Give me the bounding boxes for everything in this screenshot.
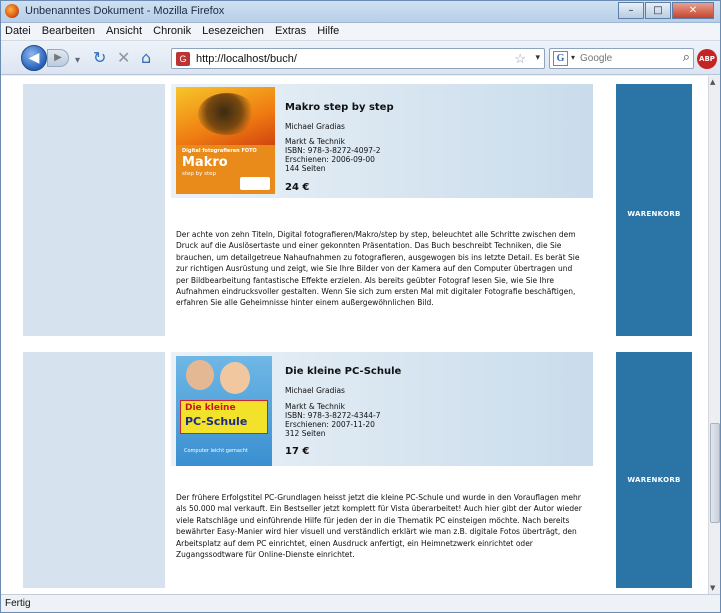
menu-ansicht[interactable]: Ansicht [102, 23, 146, 37]
book-header: Digital fotografieren FOTO Makro step by… [171, 84, 593, 198]
menu-chronik[interactable]: Chronik [149, 23, 195, 37]
scroll-up-icon[interactable]: ▲ [710, 78, 715, 86]
book-published: Erschienen: 2006-09-00 [285, 155, 375, 164]
menu-bar: Datei Bearbeiten Ansicht Chronik Lesezei… [1, 23, 720, 41]
person-photo [186, 360, 214, 390]
firefox-logo-icon [5, 4, 19, 18]
search-engine-icon[interactable]: G [553, 51, 568, 66]
minimize-button[interactable]: – [618, 2, 644, 19]
publisher-logo [240, 177, 270, 190]
menu-hilfe[interactable]: Hilfe [313, 23, 343, 37]
book-isbn: ISBN: 978-3-8272-4097-2 [285, 146, 381, 155]
menu-extras[interactable]: Extras [271, 23, 310, 37]
cover-series: Digital fotografieren FOTO [182, 148, 257, 154]
cart-panel[interactable]: WARENKORB [616, 352, 692, 588]
cover-line1: Die kleine [185, 403, 236, 413]
scrollbar-thumb[interactable] [710, 423, 720, 523]
close-button[interactable]: ✕ [672, 2, 714, 19]
cover-title-box: Die kleine PC-Schule [180, 400, 268, 434]
navigation-toolbar: ◀ ▶ ▾ ↻ ✕ ⌂ G http://localhost/buch/ ☆ ▾… [1, 41, 720, 75]
menu-bearbeiten[interactable]: Bearbeiten [38, 23, 99, 37]
book-title[interactable]: Die kleine PC-Schule [285, 366, 401, 377]
title-bar: Unbenanntes Dokument - Mozilla Firefox –… [1, 1, 720, 23]
vertical-scrollbar[interactable]: ▲ ▼ [708, 76, 720, 594]
url-bar[interactable]: G http://localhost/buch/ ☆ ▾ [171, 48, 545, 69]
cart-label[interactable]: WARENKORB [616, 210, 692, 218]
window-title: Unbenanntes Dokument - Mozilla Firefox [25, 5, 225, 17]
left-panel [23, 352, 165, 588]
book-isbn: ISBN: 978-3-8272-4344-7 [285, 411, 381, 420]
url-dropdown-icon[interactable]: ▾ [535, 52, 540, 63]
book-published: Erschienen: 2007-11-20 [285, 420, 375, 429]
cover-line2: PC-Schule [185, 415, 248, 428]
home-icon[interactable]: ⌂ [141, 50, 151, 66]
forward-button[interactable]: ▶ [47, 49, 69, 67]
book-price: 24 € [285, 182, 310, 193]
cart-panel[interactable]: WARENKORB [616, 84, 692, 336]
book-cover-image[interactable]: Digital fotografieren FOTO Makro step by… [176, 87, 275, 194]
book-description: Der achte von zehn Titeln, Digital fotog… [176, 230, 580, 308]
search-bar: G ▾ ⌕ [549, 48, 694, 69]
browser-window: Unbenanntes Dokument - Mozilla Firefox –… [0, 0, 721, 613]
url-text: http://localhost/buch/ [196, 53, 297, 65]
scroll-down-icon[interactable]: ▼ [710, 584, 715, 592]
menu-datei[interactable]: Datei [1, 23, 35, 37]
adblock-button[interactable]: ABP [697, 49, 717, 69]
book-author: Michael Gradias [285, 122, 345, 131]
book-pages: 144 Seiten [285, 164, 326, 173]
status-text: Fertig [5, 598, 31, 609]
reload-icon[interactable]: ↻ [93, 50, 106, 66]
bookmark-star-icon[interactable]: ☆ [514, 51, 526, 67]
book-title[interactable]: Makro step by step [285, 102, 394, 113]
book-pages: 312 Seiten [285, 429, 326, 438]
page-content: Digital fotografieren FOTO Makro step by… [1, 76, 708, 594]
person-photo [220, 362, 250, 394]
book-header: Die kleine PC-Schule Computer leicht gem… [171, 352, 593, 466]
menu-lesezeichen[interactable]: Lesezeichen [198, 23, 268, 37]
back-button[interactable]: ◀ [21, 45, 47, 71]
cover-title: Makro [182, 155, 228, 170]
book-author: Michael Gradias [285, 386, 345, 395]
cover-subtitle: step by step [182, 171, 217, 177]
cover-subtitle: Computer leicht gemacht [184, 448, 248, 454]
maximize-button[interactable]: □ [645, 2, 671, 19]
history-dropdown-icon[interactable]: ▾ [75, 53, 80, 69]
search-input[interactable] [580, 51, 670, 66]
search-icon[interactable]: ⌕ [683, 50, 690, 65]
cart-label[interactable]: WARENKORB [616, 476, 692, 484]
book-description: Der frühere Erfolgstitel PC-Grundlagen h… [176, 493, 582, 560]
insect-photo [198, 93, 256, 135]
book-cover-image[interactable]: Die kleine PC-Schule Computer leicht gem… [176, 356, 272, 466]
left-panel [23, 84, 165, 336]
search-engine-dropdown-icon[interactable]: ▾ [571, 53, 575, 62]
site-favicon-icon: G [176, 52, 190, 66]
book-publisher: Markt & Technik [285, 137, 346, 146]
status-bar: Fertig [1, 594, 720, 612]
stop-icon[interactable]: ✕ [117, 50, 130, 66]
book-publisher: Markt & Technik [285, 402, 346, 411]
book-price: 17 € [285, 446, 310, 457]
window-controls: – □ ✕ [617, 2, 714, 19]
